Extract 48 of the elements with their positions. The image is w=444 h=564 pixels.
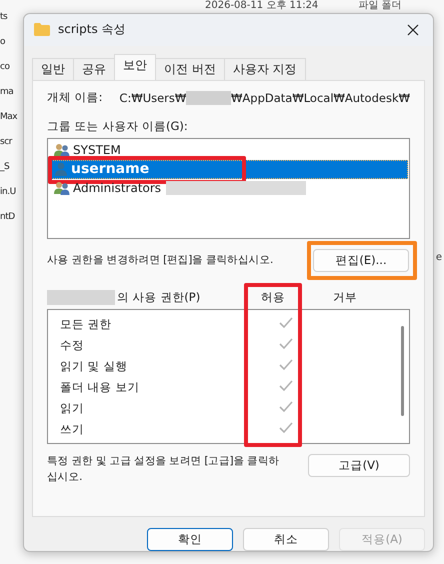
tab[interactable]: 사용자 지정 bbox=[224, 58, 306, 80]
user-name: SYSTEM bbox=[73, 143, 121, 158]
background-text: o bbox=[0, 37, 6, 47]
permissions-label: 의 사용 권한(P) bbox=[117, 290, 200, 305]
path-text: C:₩Users₩ bbox=[119, 90, 186, 105]
user-name: Administrators bbox=[73, 181, 162, 196]
background-text: co bbox=[0, 62, 10, 72]
users-icon bbox=[54, 143, 70, 158]
edit-hint: 사용 권한을 변경하려면 [편집]을 클릭하십시오. bbox=[47, 253, 274, 268]
groups-label: 그룹 또는 사용자 이름(G): bbox=[47, 118, 189, 134]
folder-icon bbox=[34, 23, 50, 36]
users-icon bbox=[54, 181, 70, 196]
tab[interactable]: 보안 bbox=[114, 54, 156, 80]
close-icon[interactable] bbox=[407, 24, 419, 36]
edit-button[interactable]: 편집(E)... bbox=[313, 248, 409, 272]
object-name-label: 개체 이름: bbox=[47, 90, 104, 106]
allow-header: 허용 bbox=[261, 290, 285, 305]
permission-name: 수정 bbox=[59, 338, 85, 353]
background-text: _S bbox=[0, 162, 10, 172]
advanced-button[interactable]: 고급(V) bbox=[308, 454, 410, 477]
window-title: scripts 속성 bbox=[58, 21, 127, 38]
background-text: 파일 폴더 bbox=[358, 0, 402, 11]
user-list-item[interactable]: Administrators bbox=[49, 178, 408, 198]
background-text: scr bbox=[0, 137, 14, 147]
redaction-block bbox=[186, 90, 232, 105]
background-text: 2026-08-11 오후 11:24 bbox=[205, 0, 318, 11]
permission-name: 읽기 및 실행 bbox=[59, 358, 128, 374]
user-name: username bbox=[71, 161, 150, 178]
background-text: Max bbox=[0, 112, 18, 122]
dialog-button[interactable]: 취소 bbox=[243, 528, 329, 551]
background-text: e bbox=[436, 252, 442, 263]
path-text: ₩AppData₩Local₩Autodesk₩ bbox=[231, 90, 410, 105]
background-text: ntD bbox=[0, 212, 16, 222]
tab[interactable]: 일반 bbox=[32, 58, 74, 80]
background-text: ts bbox=[0, 12, 8, 22]
permission-name: 모든 권한 bbox=[59, 316, 113, 332]
permission-name: 폴더 내용 보기 bbox=[59, 380, 140, 395]
background-text: in.U bbox=[0, 187, 17, 197]
dialog-button[interactable]: 확인 bbox=[147, 528, 233, 551]
user-icon bbox=[54, 162, 68, 176]
redaction-block bbox=[47, 290, 115, 305]
user-list-item[interactable]: SYSTEM bbox=[49, 140, 408, 160]
background-text: ma bbox=[0, 87, 14, 97]
deny-header: 거부 bbox=[333, 290, 357, 305]
advanced-hint: 특정 권한 및 고급 설정을 보려면 [고급]을 클릭하십시오. bbox=[47, 454, 280, 485]
permission-name: 쓰기 bbox=[59, 422, 85, 437]
permission-name: 읽기 bbox=[59, 400, 85, 416]
scrollbar-thumb[interactable] bbox=[401, 326, 404, 416]
